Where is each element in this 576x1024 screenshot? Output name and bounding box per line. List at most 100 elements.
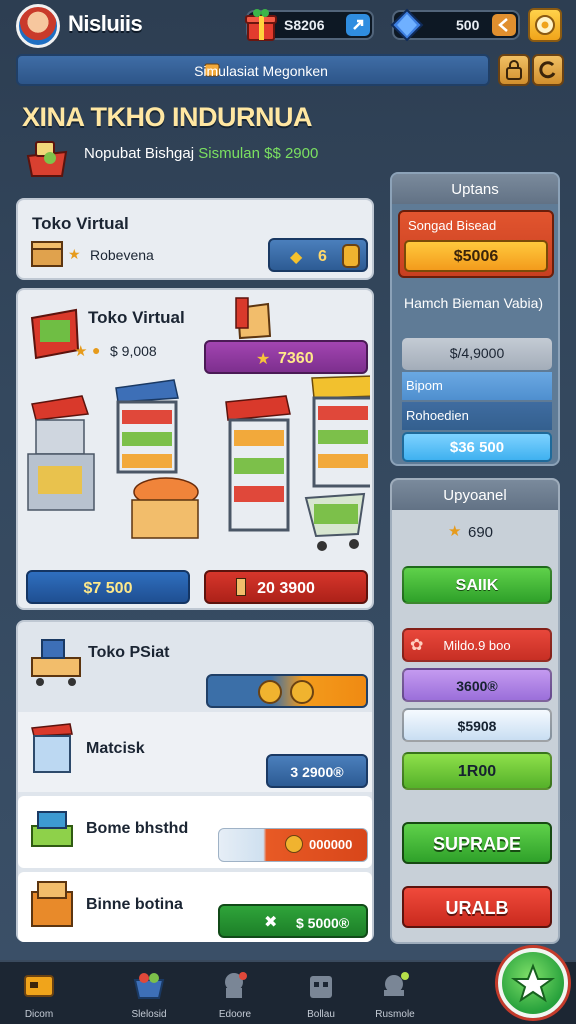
gray-value-box: $/4,9000 <box>402 338 552 370</box>
coin-stack-icon <box>258 680 282 704</box>
store-card-2[interactable]: Toko Virtual ★ ● $ 9,008 ★ 7360 $7 500 2… <box>16 288 374 610</box>
shelf-unit-3 <box>225 395 291 532</box>
list-item-pill[interactable]: 000000 <box>218 828 368 862</box>
top-bar: Nisluiis S8206 500 <box>0 0 576 50</box>
coins-pill: S8206 <box>245 9 374 41</box>
gems-pill: 500 <box>390 8 520 42</box>
refresh-icon <box>539 61 556 79</box>
shelf-unit-1 <box>27 395 95 511</box>
subtitle-money: Sismulan $$ 2900 <box>198 145 319 162</box>
orange-offer-label: Songad Bisead <box>408 218 497 233</box>
sell-value: 20 3900 <box>257 580 315 597</box>
nav-item-dicom[interactable]: Dicom <box>4 970 74 1020</box>
lock-icon <box>506 60 522 80</box>
blue-row-3[interactable]: $36 500 <box>402 432 552 462</box>
upgrade-panel-header: Upyoanel <box>392 480 558 510</box>
buy-button[interactable]: $7 500 <box>26 570 190 604</box>
add-coins-button[interactable] <box>346 14 370 36</box>
star-arrow-icon <box>510 963 556 1003</box>
list-item-pill-value: $ 5000® <box>296 915 350 931</box>
list-item-pill[interactable]: ✖ $ 5000® <box>218 904 368 938</box>
shelves-illustration <box>27 375 370 551</box>
blue-row-2[interactable]: Rohoedien <box>402 402 552 430</box>
blue-row-1-label: Bipom <box>406 378 443 393</box>
shopping-cart <box>304 492 366 551</box>
star-icon: ★ <box>256 351 271 368</box>
orange-offer-button[interactable]: $5006 <box>404 240 548 272</box>
orange-offer-value: $5006 <box>453 248 499 265</box>
red-row[interactable]: ✿ Mildo.9 boo <box>402 628 552 662</box>
blue-row-2-label: Rohoedien <box>406 408 469 423</box>
bottom-nav: Dicom Slelosid Edoore Bollau Rusmole <box>0 960 576 1024</box>
nav-item-label: Edoore <box>218 1009 252 1020</box>
star-icon: ★ <box>68 246 81 262</box>
store-icon <box>24 975 54 997</box>
list-item[interactable]: Binne botina ✖ $ 5000® <box>18 872 372 942</box>
coin-icon <box>342 244 360 268</box>
sell-button[interactable]: 20 3900 <box>204 570 368 604</box>
store-card-1-pill[interactable]: ◆ 6 <box>268 238 368 272</box>
green-button-2[interactable]: 1R00 <box>402 752 552 790</box>
shopping-bag-icon <box>235 297 272 340</box>
store-card-2-price-pill[interactable]: ★ 7360 <box>204 340 368 374</box>
bell-icon: ◆ <box>290 249 303 266</box>
nav-item-edoore[interactable]: Edoore <box>200 970 270 1020</box>
action-button[interactable] <box>498 948 568 1018</box>
list-item-pill-value: 3 2900® <box>290 764 344 780</box>
store-card-2-stat: $ 9,008 <box>110 343 157 359</box>
suprade-button[interactable]: SUPRADE <box>402 822 552 864</box>
settings-button[interactable] <box>528 8 562 42</box>
nav-item-label: Bollau <box>307 1009 335 1020</box>
white-row[interactable]: $5908 <box>402 708 552 742</box>
gem-icon <box>390 8 424 42</box>
list-item-pill-value: 000000 <box>309 837 353 852</box>
upgrades-panel: Uptans Songad Bisead $5006 Hamch Bieman … <box>390 172 560 466</box>
upgrade-description: Hamch Bieman Vabia) <box>404 295 544 311</box>
red-row-value: Mildo.9 boo <box>443 638 511 653</box>
building-icon <box>310 976 332 998</box>
list-item-title: Toko PSiat <box>88 644 170 661</box>
purple-row[interactable]: 3600® <box>402 668 552 702</box>
list-item-pill[interactable] <box>206 674 368 708</box>
store-card-2-pill-value: 7360 <box>278 350 314 367</box>
upgrade-panel: Upyoanel ★ 690 SAIIK ✿ Mildo.9 boo 3600®… <box>390 478 560 944</box>
white-row-value: $5908 <box>457 718 497 734</box>
green-button-1[interactable]: SAIIK <box>402 566 552 604</box>
store-card-1[interactable]: Toko Virtual ★ Robevena ◆ 6 <box>16 198 374 280</box>
urali-button[interactable]: URALB <box>402 886 552 928</box>
player-avatar[interactable] <box>16 4 60 48</box>
orange-offer[interactable]: Songad Bisead $5006 <box>398 210 554 278</box>
nav-item-label: Rusmole <box>375 1009 415 1020</box>
store-card-1-subtitle: Robevena <box>90 247 154 263</box>
flower-stand <box>131 477 199 539</box>
player-name: Nisluiis <box>68 11 143 36</box>
coin-stack-icon <box>290 680 314 704</box>
urali-label: URALB <box>445 898 509 918</box>
gems-value: 500 <box>456 17 480 33</box>
chef-icon <box>384 972 409 996</box>
coins-value: S8206 <box>284 17 325 33</box>
nav-item-slelosid[interactable]: Slelosid <box>114 970 184 1020</box>
add-gems-button[interactable] <box>492 14 516 36</box>
upgrade-panel-title: Upyoanel <box>443 487 507 504</box>
subtitle-label: Nopubat Bishgaj <box>84 145 195 162</box>
refresh-button[interactable] <box>532 54 564 86</box>
green-button-1-label: SAIIK <box>455 577 499 594</box>
shop-basket-icon <box>26 141 68 177</box>
subtitle: Nopubat Bishgaj Sismulan $$ 2900 <box>84 145 318 162</box>
blue-row-3-value: $36 500 <box>449 439 505 456</box>
list-item[interactable]: Bome bhsthd 000000 <box>18 796 372 868</box>
nav-item-rusmole[interactable]: Rusmole <box>360 970 430 1020</box>
coin-icon: ● <box>92 342 101 358</box>
blue-row-1[interactable]: Bipom <box>402 372 552 400</box>
buy-value: $7 500 <box>83 580 133 597</box>
upgrades-panel-title: Uptans <box>451 181 499 198</box>
list-item[interactable]: Toko PSiat <box>18 622 372 708</box>
list-item-pill[interactable]: 3 2900® <box>266 754 368 788</box>
lock-button[interactable] <box>498 54 530 86</box>
list-item[interactable]: Matcisk 3 2900® <box>18 712 372 792</box>
event-banner[interactable]: Simulasiat Megonken <box>16 54 490 86</box>
nav-item-bollau[interactable]: Bollau <box>286 970 356 1020</box>
star-value: 690 <box>468 524 494 541</box>
user-icon <box>225 972 247 998</box>
